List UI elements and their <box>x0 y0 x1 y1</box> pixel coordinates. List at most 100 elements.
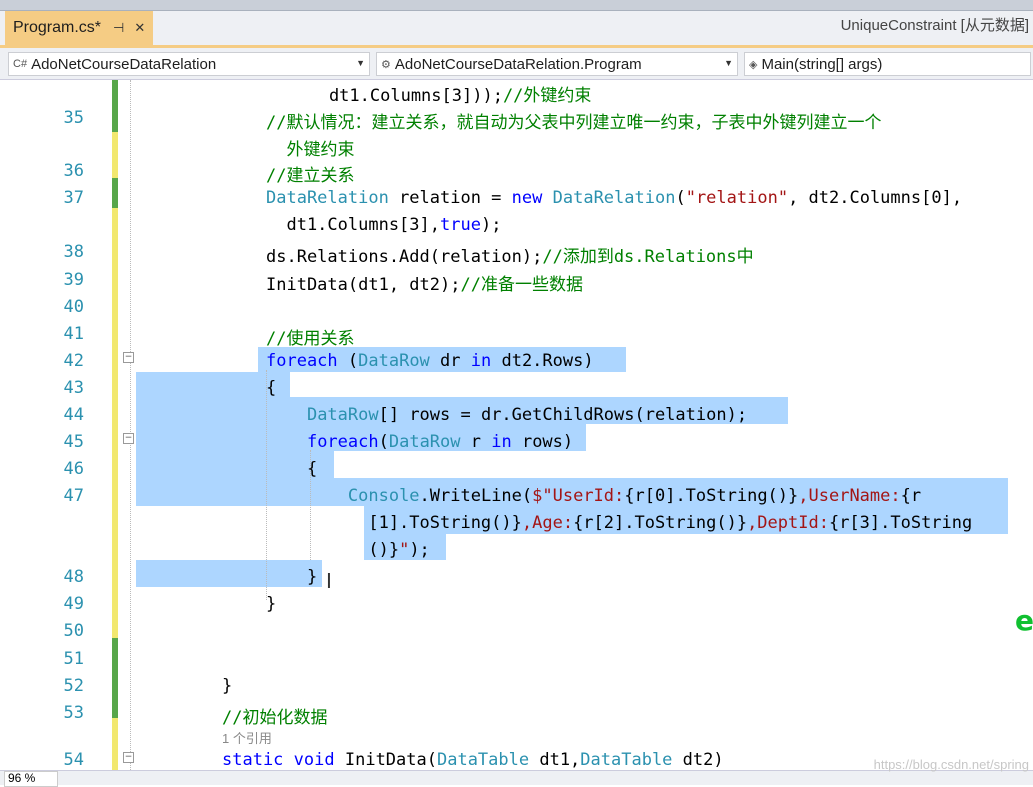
code-line[interactable]: //建立关系 <box>266 161 354 186</box>
code-token: dt1, <box>529 750 581 770</box>
zoom-level: 96 % <box>8 771 36 785</box>
code-token: ()} <box>266 540 400 560</box>
code-line[interactable]: dt1.Columns[3],true); <box>266 215 501 235</box>
code-token: static <box>222 750 284 770</box>
line-number: 41 <box>63 324 84 344</box>
code-token: relation = <box>388 188 512 208</box>
pin-icon[interactable]: ⊣ <box>113 20 124 36</box>
code-token: //添加到ds.Relations中 <box>542 247 754 267</box>
change-indicator-bar <box>112 178 118 208</box>
member-name: Main(string[] args) <box>761 55 883 73</box>
code-token: ); <box>409 540 430 560</box>
code-token: //建立关系 <box>266 166 355 186</box>
code-token: 外键约束 <box>266 140 355 160</box>
code-line[interactable]: { <box>266 378 276 398</box>
code-line[interactable]: [1].ToString()},Age:{r[2].ToString()},De… <box>266 513 972 533</box>
code-token: //准备一些数据 <box>460 275 583 295</box>
code-token: in <box>491 432 512 452</box>
navigation-bar: C# AdoNetCourseDataRelation ▼ ⚙ AdoNetCo… <box>0 48 1033 80</box>
line-number: 43 <box>63 378 84 398</box>
code-token: dt2.Rows) <box>491 351 594 371</box>
code-token: //使用关系 <box>266 329 355 349</box>
code-token: ds.Relations.Add(relation); <box>266 247 543 267</box>
code-line[interactable]: InitData(dt1, dt2);//准备一些数据 <box>266 270 583 295</box>
code-token: } <box>266 594 277 614</box>
line-number: 35 <box>63 108 84 128</box>
reference-count: 1 个引用 <box>222 731 272 746</box>
code-line[interactable]: DataRelation relation = new DataRelation… <box>266 188 962 208</box>
line-number: 49 <box>63 594 84 614</box>
code-editor[interactable]: − − − dt1.Columns[3]));//外键约束 35 //默认情况：建立关系… <box>0 80 1033 770</box>
code-token: {r <box>900 486 922 506</box>
collapse-icon[interactable]: − <box>123 352 134 363</box>
code-token: ,DeptId: <box>747 513 829 533</box>
code-line[interactable]: ()}"); <box>266 540 430 560</box>
code-token: InitData( <box>334 750 437 770</box>
class-name: AdoNetCourseDataRelation.Program <box>394 55 642 73</box>
close-icon[interactable]: ✕ <box>134 20 145 36</box>
code-token: ,Age: <box>521 513 574 533</box>
code-line[interactable]: } <box>266 594 276 614</box>
code-line[interactable]: foreach (DataRow dr in dt2.Rows) <box>266 351 594 371</box>
code-line[interactable]: dt1.Columns[3]));//外键约束 <box>288 81 591 106</box>
code-line[interactable]: //使用关系 <box>266 324 354 349</box>
code-token: $"UserId: <box>532 486 625 506</box>
line-number: 36 <box>63 161 84 181</box>
code-token: DataRow <box>358 351 430 371</box>
code-line[interactable]: //初始化数据 <box>222 703 327 728</box>
code-token: DataRelation <box>266 188 389 208</box>
code-line[interactable]: ds.Relations.Add(relation);//添加到ds.Relat… <box>266 242 754 267</box>
code-token: } <box>266 567 318 587</box>
code-token: ,UserName: <box>798 486 901 506</box>
code-token: .WriteLine( <box>419 486 533 506</box>
collapse-icon[interactable]: − <box>123 752 134 763</box>
code-token: //外键约束 <box>502 86 592 106</box>
code-token: in <box>470 351 492 371</box>
tab-program-cs[interactable]: Program.cs* ⊣ ✕ <box>5 11 154 45</box>
member-dropdown[interactable]: ◈ Main(string[] args) <box>744 52 1031 76</box>
code-line[interactable]: 外键约束 <box>266 135 354 160</box>
code-token: DataTable <box>580 750 673 770</box>
project-name: AdoNetCourseDataRelation <box>31 55 217 73</box>
zoom-dropdown[interactable]: 96 % <box>4 771 59 787</box>
line-number: 45 <box>63 432 84 452</box>
line-number: 50 <box>63 621 84 641</box>
code-line[interactable]: { <box>266 459 317 479</box>
line-number: 48 <box>63 567 84 587</box>
code-token: r <box>460 432 492 452</box>
code-line[interactable]: Console.WriteLine($"UserId:{r[0].ToStrin… <box>266 486 921 506</box>
chevron-down-icon: ▼ <box>356 58 365 68</box>
code-token: { <box>266 378 277 398</box>
line-number: 46 <box>63 459 84 479</box>
code-token: //初始化数据 <box>222 708 328 728</box>
code-token: DataRow <box>388 432 461 452</box>
code-line[interactable]: foreach(DataRow r in rows) <box>266 432 573 452</box>
project-dropdown[interactable]: C# AdoNetCourseDataRelation ▼ <box>8 52 370 76</box>
collapse-icon[interactable]: − <box>123 433 134 444</box>
line-number: 42 <box>63 351 84 371</box>
window-title: UniqueConstraint [从元数据] <box>840 17 1029 34</box>
code-line[interactable]: //默认情况：建立关系，就自动为父表中列建立唯一约束，子表中外键列建立一个 <box>266 108 881 133</box>
code-token: DataRow <box>306 405 379 425</box>
code-line[interactable]: static void InitData(DataTable dt1,DataT… <box>222 750 724 770</box>
code-token: foreach <box>306 432 379 452</box>
line-number: 52 <box>63 676 84 696</box>
line-number: 37 <box>63 188 84 208</box>
code-token: ); <box>480 215 502 235</box>
csharp-project-icon: C# <box>13 58 28 70</box>
code-token: //默认情况：建立关系，就自动为父表中列建立唯一约束，子表中外键列建立一个 <box>266 113 882 133</box>
editor-status-bar: 96 % <box>0 770 1033 787</box>
line-number: 39 <box>63 270 84 290</box>
code-line[interactable]: } <box>222 676 232 696</box>
code-line[interactable]: 1 个引用 <box>222 728 272 748</box>
code-token: Console <box>347 486 420 506</box>
line-number: 53 <box>63 703 84 723</box>
change-indicator-bar <box>112 718 118 770</box>
green-logo-fragment: e <box>1015 604 1033 637</box>
structure-guide-line <box>130 80 131 770</box>
class-dropdown[interactable]: ⚙ AdoNetCourseDataRelation.Program ▼ <box>376 52 738 76</box>
code-line[interactable]: } <box>266 567 317 587</box>
code-line[interactable]: DataRow[] rows = dr.GetChildRows(relatio… <box>266 405 747 425</box>
code-token: dt1.Columns[3], <box>266 215 440 235</box>
